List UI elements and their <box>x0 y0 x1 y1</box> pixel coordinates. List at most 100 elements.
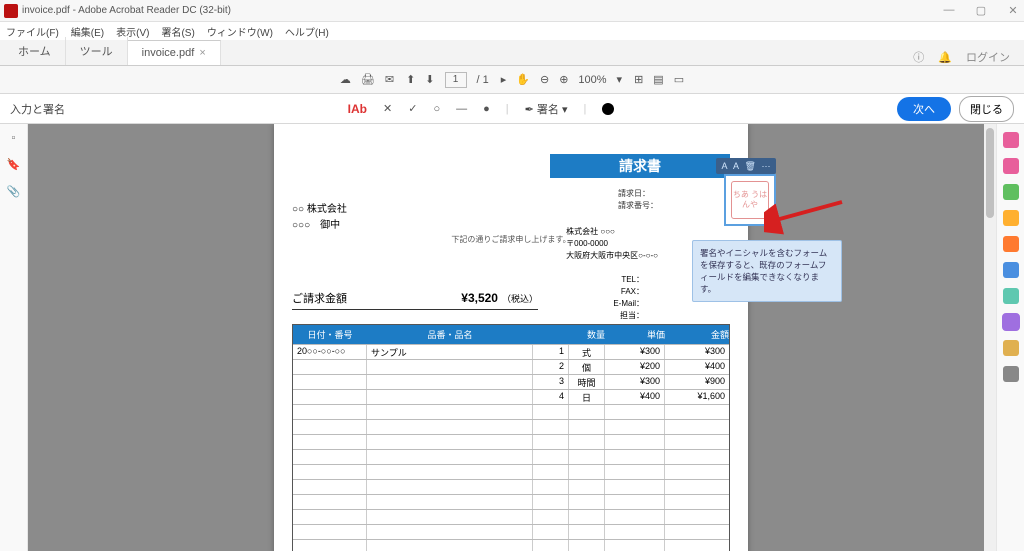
fill-sign-title: 入力と署名 <box>10 101 65 117</box>
page-total: / 1 <box>477 74 489 86</box>
mail-icon[interactable]: ✉ <box>385 73 394 86</box>
save-icon[interactable]: ☁ <box>340 73 351 86</box>
right-tool-3[interactable] <box>1003 210 1019 226</box>
minimize-button[interactable]: — <box>942 4 956 17</box>
stamp-delete-icon[interactable]: 🗑 <box>745 161 756 172</box>
right-tool-4[interactable] <box>1003 236 1019 252</box>
menu-window[interactable]: ウィンドウ(W) <box>207 24 273 39</box>
page-down-icon[interactable]: ⬇ <box>425 73 434 86</box>
right-tool-2[interactable] <box>1003 184 1019 200</box>
stamp-size-small[interactable]: A <box>722 161 728 171</box>
table-row <box>293 449 729 464</box>
stamp-more-icon[interactable]: ⋯ <box>761 161 770 172</box>
workspace: ▫ 🔖 📎 請求書 ○○ 株式会社 ○○○ 御中 請求日： 請求番号： 下記の通… <box>0 124 1024 551</box>
right-tool-1[interactable] <box>1003 158 1019 174</box>
fit-width-icon[interactable]: ⊞ <box>634 73 643 86</box>
callout-arrow <box>764 196 844 236</box>
window-title: invoice.pdf - Adobe Acrobat Reader DC (3… <box>22 5 231 16</box>
menu-sign[interactable]: 署名(S) <box>161 24 194 39</box>
tab-document[interactable]: invoice.pdf × <box>128 40 221 65</box>
page-up-icon[interactable]: ⬆ <box>406 73 415 86</box>
invoice-meta: 請求日： 請求番号： <box>618 188 658 212</box>
table-row <box>293 509 729 524</box>
login-link[interactable]: ログイン <box>966 49 1010 65</box>
attachment-icon[interactable]: 📎 <box>7 185 21 198</box>
th-price: 単価 <box>605 325 665 344</box>
stamp-image: ちあ うは んや <box>731 181 769 219</box>
tab-home[interactable]: ホーム <box>4 37 66 65</box>
view-toolbar: ☁ 🖨 ✉ ⬆ ⬇ 1 / 1 ▸ ✋ ⊖ ⊕ 100% ▾ ⊞ ▤ ▭ <box>0 66 1024 94</box>
right-tool-5[interactable] <box>1003 262 1019 278</box>
zoom-dropdown-icon[interactable]: ▾ <box>617 73 623 86</box>
stamp-size-large[interactable]: A <box>733 161 739 171</box>
table-row: 4日¥400¥1,600 <box>293 389 729 404</box>
text-tool[interactable]: IAb <box>348 102 367 116</box>
table-row <box>293 479 729 494</box>
right-tool-8[interactable] <box>1003 340 1019 356</box>
table-row <box>293 524 729 539</box>
right-tool-6[interactable] <box>1003 288 1019 304</box>
recipient-block: ○○ 株式会社 ○○○ 御中 <box>292 202 347 234</box>
fill-sign-toolbar: 入力と署名 IAb ✕ ✓ ○ — ● | ✒ 署名 ▾ | 次へ 閉じる <box>0 94 1024 124</box>
th-qty: 数量 <box>533 325 605 344</box>
select-icon[interactable]: ▸ <box>501 73 507 86</box>
circle-tool[interactable]: ○ <box>433 103 440 115</box>
th-sum: 金額 <box>665 325 729 344</box>
zoom-level[interactable]: 100% <box>578 74 606 86</box>
table-row <box>293 464 729 479</box>
page-current-field[interactable]: 1 <box>445 72 467 88</box>
fit-page-icon[interactable]: ▤ <box>653 73 663 86</box>
print-icon[interactable]: 🖨 <box>361 73 375 86</box>
cross-tool[interactable]: ✕ <box>383 102 392 115</box>
right-tool-7[interactable] <box>1003 314 1019 330</box>
vertical-scrollbar[interactable] <box>984 124 996 551</box>
scroll-thumb[interactable] <box>986 128 994 218</box>
sign-tool[interactable]: ✒ 署名 ▾ <box>525 101 568 117</box>
tab-strip: ホーム ツール invoice.pdf × ⓘ 🔔 ログイン <box>0 40 1024 66</box>
right-tool-9[interactable] <box>1003 366 1019 382</box>
save-warning-tooltip: 署名やイニシャルを含むフォームを保存すると、既存のフォームフィールドを編集できな… <box>692 240 842 302</box>
th-date: 日付・番号 <box>293 325 367 344</box>
stamp-mini-toolbar[interactable]: A A 🗑 ⋯ <box>716 158 776 174</box>
check-tool[interactable]: ✓ <box>408 102 417 115</box>
tab-tools[interactable]: ツール <box>66 37 128 65</box>
document-canvas[interactable]: 請求書 ○○ 株式会社 ○○○ 御中 請求日： 請求番号： 下記の通りご請求申し… <box>28 124 996 551</box>
bookmark-icon[interactable]: 🔖 <box>7 158 21 171</box>
dot-tool[interactable]: ● <box>483 103 490 115</box>
line-items-table: 日付・番号 品番・品名 数量 単価 金額 20○○-○○-○○サンプル1式¥30… <box>292 324 730 551</box>
next-button[interactable]: 次へ <box>897 97 951 121</box>
table-row <box>293 494 729 509</box>
close-button[interactable]: 閉じる <box>959 96 1014 122</box>
color-swatch[interactable] <box>602 103 614 115</box>
close-window-button[interactable]: ✕ <box>1006 4 1020 17</box>
titlebar: invoice.pdf - Adobe Acrobat Reader DC (3… <box>0 0 1024 22</box>
menu-help[interactable]: ヘルプ(H) <box>285 24 329 39</box>
zoom-out-icon[interactable]: ⊖ <box>540 73 549 86</box>
amount-row: ご請求金額 ¥3,520 （税込） <box>292 290 538 310</box>
line-tool[interactable]: — <box>456 103 467 115</box>
contact-block: TEL： FAX： E-Mail： 担当： <box>613 274 644 322</box>
zoom-in-icon[interactable]: ⊕ <box>559 73 568 86</box>
thumbnails-icon[interactable]: ▫ <box>12 132 16 144</box>
app-icon <box>4 4 18 18</box>
help-icon[interactable]: ⓘ <box>913 49 924 65</box>
read-mode-icon[interactable]: ▭ <box>674 73 684 86</box>
table-row <box>293 539 729 551</box>
pdf-page: 請求書 ○○ 株式会社 ○○○ 御中 請求日： 請求番号： 下記の通りご請求申し… <box>274 124 748 551</box>
right-tool-0[interactable] <box>1003 132 1019 148</box>
bell-icon[interactable]: 🔔 <box>938 51 952 64</box>
placed-stamp[interactable]: ちあ うは んや <box>724 174 776 226</box>
menu-bar: ファイル(F) 編集(E) 表示(V) 署名(S) ウィンドウ(W) ヘルプ(H… <box>0 22 1024 40</box>
hand-icon[interactable]: ✋ <box>516 73 530 86</box>
right-tool-strip <box>996 124 1024 551</box>
table-row: 2個¥200¥400 <box>293 359 729 374</box>
table-row <box>293 434 729 449</box>
invoice-title: 請求書 <box>550 154 730 178</box>
table-row <box>293 419 729 434</box>
invoice-note: 下記の通りご請求申し上げます。 <box>274 234 748 245</box>
tab-close-icon[interactable]: × <box>199 47 205 59</box>
table-row: 20○○-○○-○○サンプル1式¥300¥300 <box>293 344 729 359</box>
table-row <box>293 404 729 419</box>
maximize-button[interactable]: ▢ <box>974 4 988 17</box>
table-row: 3時間¥300¥900 <box>293 374 729 389</box>
